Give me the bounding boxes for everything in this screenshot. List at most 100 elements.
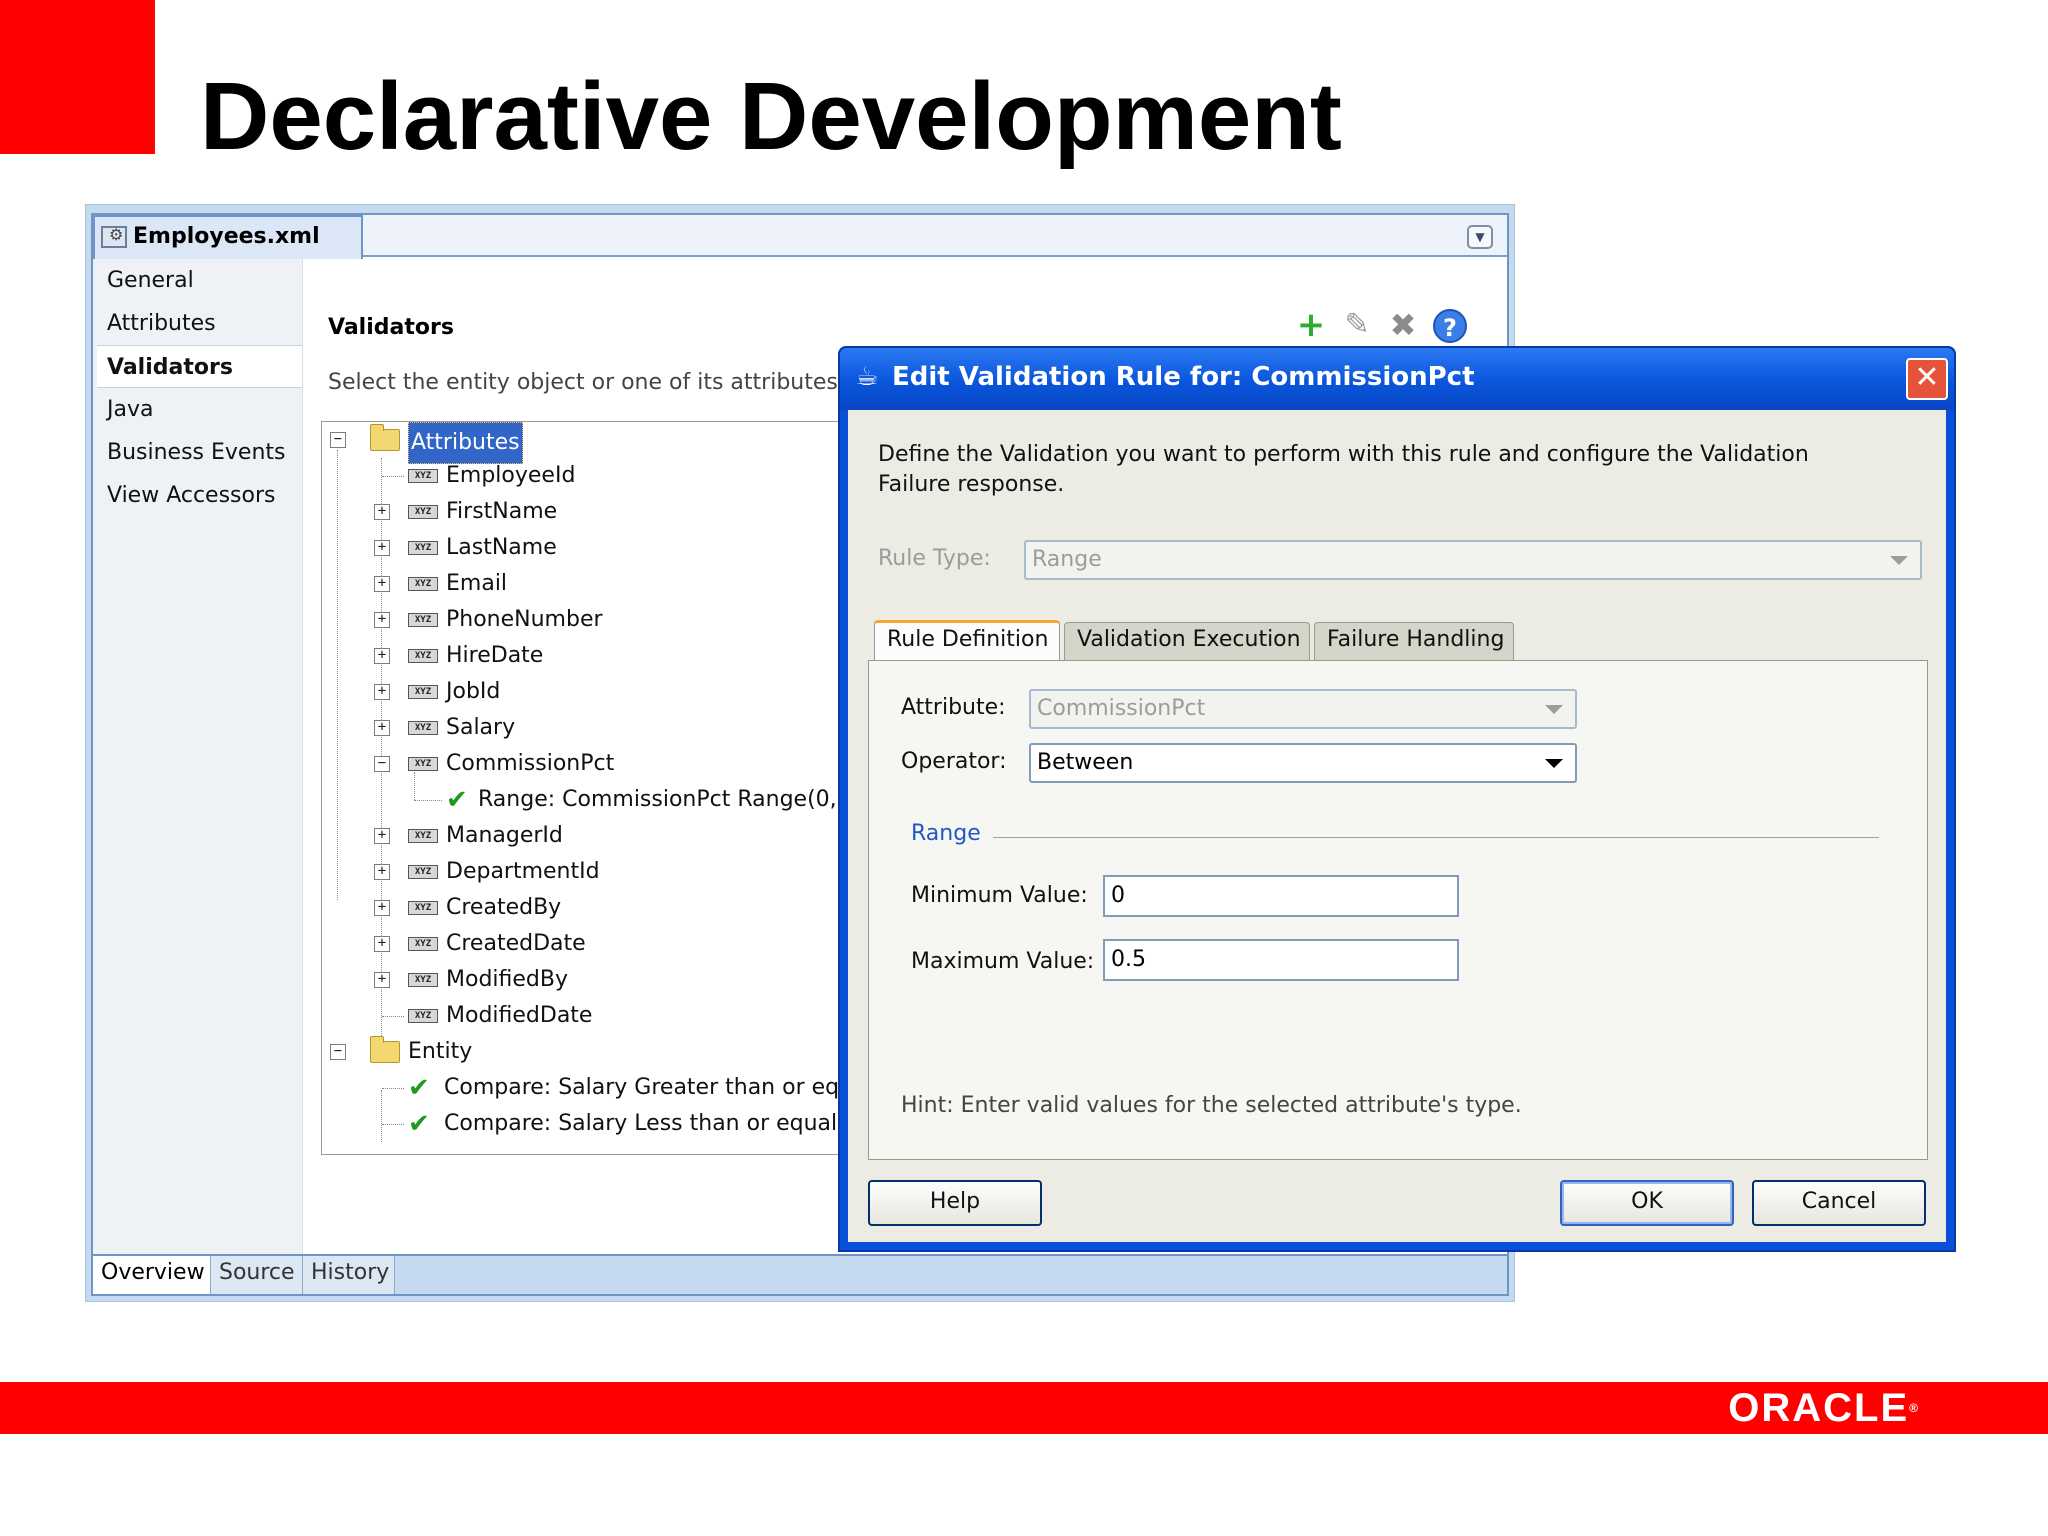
- operator-select[interactable]: Between: [1029, 743, 1577, 783]
- operator-value: Between: [1037, 750, 1134, 775]
- validator-check-icon: ✔: [446, 785, 468, 815]
- registered-mark: ®: [1909, 1401, 1918, 1415]
- tab-validation-execution[interactable]: Validation Execution: [1064, 622, 1310, 660]
- red-accent-block: [0, 0, 155, 154]
- tab-overview[interactable]: Overview: [93, 1256, 211, 1294]
- tree-label: CreatedBy: [446, 895, 562, 920]
- attribute-icon: XYZ: [408, 973, 438, 987]
- nav-item-java[interactable]: Java: [93, 388, 302, 431]
- rule-type-value: Range: [1032, 547, 1102, 572]
- attribute-icon: XYZ: [408, 613, 438, 627]
- cancel-button[interactable]: Cancel: [1752, 1180, 1926, 1226]
- tree-label: Range: CommissionPct Range(0,0.: [478, 787, 858, 812]
- attribute-icon: XYZ: [408, 1009, 438, 1023]
- expand-icon[interactable]: +: [374, 900, 390, 916]
- tree-label: Entity: [408, 1039, 473, 1064]
- tree-label: Email: [446, 571, 508, 596]
- footer-band: ORACLE®: [0, 1382, 2048, 1434]
- expand-icon[interactable]: +: [374, 540, 390, 556]
- expand-icon[interactable]: +: [374, 720, 390, 736]
- tree-label: JobId: [446, 679, 501, 704]
- editor-tabstrip: Employees.xml ▼: [93, 215, 1507, 259]
- ok-button[interactable]: OK: [1560, 1180, 1734, 1226]
- range-group-label: Range: [911, 821, 981, 846]
- maximum-value-label: Maximum Value:: [911, 949, 1095, 974]
- minimum-value-label: Minimum Value:: [911, 883, 1088, 908]
- tree-label: Compare: Salary Less than or equals S: [444, 1111, 870, 1136]
- slide-title: Declarative Development: [200, 63, 1342, 170]
- tree-label: Salary: [446, 715, 516, 740]
- editor-nav: General Attributes Validators Java Busin…: [93, 259, 303, 1254]
- java-coffee-icon: ☕: [855, 362, 879, 392]
- tab-failure-handling[interactable]: Failure Handling: [1314, 622, 1514, 660]
- expand-icon[interactable]: +: [374, 972, 390, 988]
- nav-item-view-accessors[interactable]: View Accessors: [93, 474, 302, 517]
- entity-file-icon: [101, 224, 127, 248]
- tree-label: EmployeeId: [446, 463, 576, 488]
- nav-item-general[interactable]: General: [93, 259, 302, 302]
- tree-label: Compare: Salary Greater than or equa: [444, 1075, 867, 1100]
- tree-label: CommissionPct: [446, 751, 615, 776]
- attribute-select: CommissionPct: [1029, 689, 1577, 729]
- tree-label: DepartmentId: [446, 859, 600, 884]
- folder-icon: [370, 1036, 400, 1063]
- expand-icon[interactable]: +: [374, 504, 390, 520]
- dialog-titlebar[interactable]: ☕ Edit Validation Rule for: CommissionPc…: [840, 348, 1954, 410]
- attribute-icon: XYZ: [408, 721, 438, 735]
- tree-label: LastName: [446, 535, 557, 560]
- attribute-icon: XYZ: [408, 469, 438, 483]
- minimum-value-input[interactable]: 0: [1103, 875, 1459, 917]
- tree-label: HireDate: [446, 643, 544, 668]
- edit-validation-rule-dialog: ☕ Edit Validation Rule for: CommissionPc…: [838, 346, 1956, 1252]
- attribute-icon: XYZ: [408, 757, 438, 771]
- edit-pencil-icon[interactable]: ✎: [1339, 307, 1375, 343]
- oracle-logo-text: ORACLE: [1728, 1386, 1910, 1430]
- help-icon[interactable]: ?: [1433, 309, 1467, 343]
- nav-item-validators[interactable]: Validators: [97, 345, 302, 388]
- expand-icon[interactable]: +: [374, 612, 390, 628]
- operator-label: Operator:: [901, 749, 1007, 774]
- help-button[interactable]: Help: [868, 1180, 1042, 1226]
- add-icon[interactable]: +: [1293, 307, 1329, 343]
- dialog-description: Define the Validation you want to perfor…: [878, 442, 1809, 497]
- editor-menu-dropdown-icon[interactable]: ▼: [1467, 225, 1493, 249]
- validators-description: Select the entity object or one of its a…: [328, 370, 873, 395]
- tree-label: FirstName: [446, 499, 558, 524]
- tab-source[interactable]: Source: [211, 1256, 303, 1294]
- tree-connector: [381, 1090, 382, 1142]
- validator-check-icon: ✔: [408, 1109, 430, 1139]
- collapse-icon[interactable]: −: [374, 756, 390, 772]
- nav-item-business-events[interactable]: Business Events: [93, 431, 302, 474]
- chevron-down-icon: [1890, 556, 1908, 565]
- collapse-icon[interactable]: −: [330, 1044, 346, 1060]
- nav-item-attributes[interactable]: Attributes: [93, 302, 302, 345]
- attribute-icon: XYZ: [408, 685, 438, 699]
- expand-icon[interactable]: +: [374, 828, 390, 844]
- attribute-icon: XYZ: [408, 865, 438, 879]
- expand-icon[interactable]: +: [374, 936, 390, 952]
- attribute-icon: XYZ: [408, 505, 438, 519]
- chevron-down-icon: [1545, 759, 1563, 768]
- expand-icon[interactable]: +: [374, 684, 390, 700]
- attribute-value: CommissionPct: [1037, 696, 1206, 721]
- tree-connector: [382, 1124, 404, 1125]
- close-icon[interactable]: ✕: [1906, 358, 1948, 400]
- file-tab-employees[interactable]: Employees.xml: [93, 215, 363, 259]
- validators-tree: − Attributes XYZ EmployeeId + XYZ FirstN…: [321, 421, 881, 1155]
- tab-history[interactable]: History: [303, 1256, 395, 1294]
- expand-icon[interactable]: +: [374, 648, 390, 664]
- rule-type-select: Range: [1024, 540, 1922, 580]
- delete-icon[interactable]: ✖: [1385, 307, 1421, 343]
- rule-definition-panel: Attribute: CommissionPct Operator: Betwe…: [868, 660, 1928, 1160]
- tab-rule-definition[interactable]: Rule Definition: [874, 620, 1060, 660]
- dialog-body: Define the Validation you want to perfor…: [848, 410, 1946, 1242]
- editor-bottom-tabs: Overview Source History: [93, 1254, 1507, 1294]
- hint-text: Hint: Enter valid values for the selecte…: [901, 1093, 1522, 1118]
- attribute-icon: XYZ: [408, 901, 438, 915]
- expand-icon[interactable]: +: [374, 576, 390, 592]
- tree-label: CreatedDate: [446, 931, 586, 956]
- maximum-value-input[interactable]: 0.5: [1103, 939, 1459, 981]
- expand-icon[interactable]: +: [374, 864, 390, 880]
- attribute-icon: XYZ: [408, 577, 438, 591]
- collapse-icon[interactable]: −: [330, 432, 346, 448]
